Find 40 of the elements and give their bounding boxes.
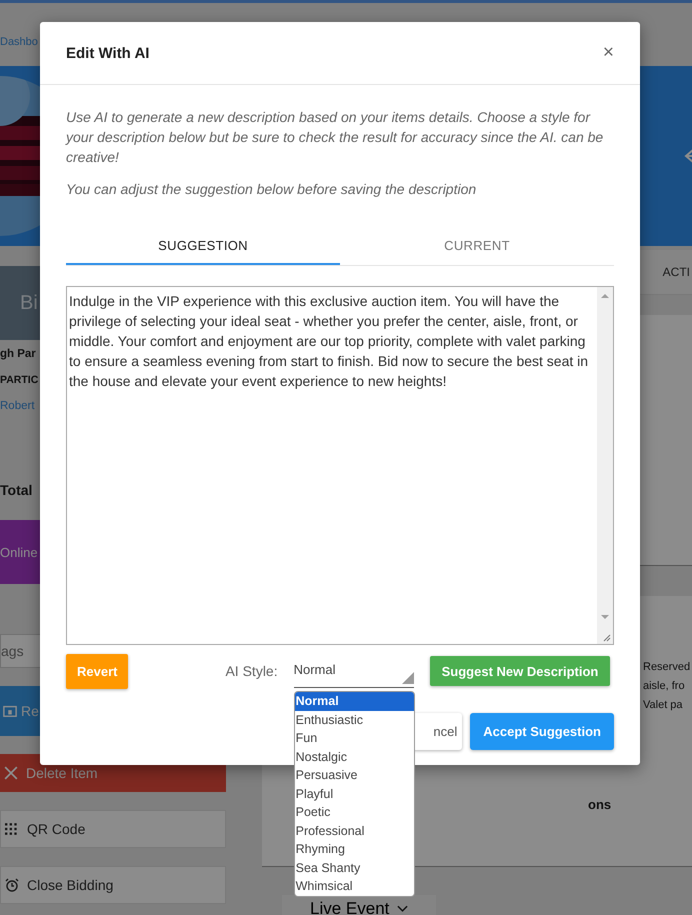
close-button[interactable]: ×: [602, 42, 614, 64]
description-text: aisle, fro: [643, 679, 685, 694]
close-icon: [4, 766, 18, 780]
description-field[interactable]: Indulge in the VIP experience with this exclusive auction item. You will have the privilege of selecting your ideal seat - whether you prefer the center, aisle, front, or middle. Your comfort and enjoyment are our top priority, complete with valet parking to ensure a seamless evening from start to finish. Bid now to secure the best seat in the house and elevate your event experience to new heights!: [66, 286, 614, 645]
action-button[interactable]: QR Code: [0, 810, 226, 848]
scrollbar[interactable]: [597, 287, 613, 644]
dialog-title: Edit With AI: [66, 44, 150, 62]
intro-text: Use AI to generate a new description based on your items details. Choose a style for your description below but be sure to check the result for accuracy since the AI. can be creative!: [66, 108, 604, 167]
total-label: Total: [0, 482, 32, 498]
scroll-up-icon[interactable]: [601, 293, 609, 299]
intro-text: You can adjust the suggestion below before saving the description: [66, 180, 478, 199]
description-text: Valet pa: [643, 698, 683, 713]
style-option[interactable]: Rhyming: [294, 840, 414, 858]
event-dropdown[interactable]: Live Event: [282, 895, 436, 915]
resize-grip-icon[interactable]: [601, 632, 611, 642]
scroll-down-icon[interactable]: [601, 614, 609, 620]
style-label: AI Style:: [225, 663, 278, 679]
grid-icon: [5, 822, 19, 836]
calendar-icon: [3, 704, 17, 718]
style-option[interactable]: Sea Shanty: [294, 858, 414, 877]
style-option[interactable]: Persuasive: [294, 766, 414, 784]
tab[interactable]: CURRENT: [340, 227, 614, 265]
alarm-clock-icon: [5, 878, 19, 892]
style-option[interactable]: Professional: [294, 822, 414, 840]
style-option[interactable]: Poetic: [294, 803, 414, 822]
style-option[interactable]: Whimsical: [294, 877, 414, 896]
style-select[interactable]: Normal: [294, 654, 414, 688]
section-label: PARTIC: [0, 374, 38, 386]
description-text: Reserved: [643, 660, 690, 675]
tab[interactable]: ACTI: [662, 265, 690, 279]
action-button[interactable]: Close Bidding: [0, 866, 226, 904]
style-option[interactable]: Playful: [294, 784, 414, 803]
item-title: gh Par: [0, 348, 36, 360]
section-heading: ons: [588, 797, 612, 812]
style-option[interactable]: Nostalgic: [294, 748, 414, 766]
corner-triangle-icon: [402, 672, 414, 684]
tab[interactable]: SUGGESTION: [66, 227, 340, 265]
chevron-down-icon: [397, 905, 408, 913]
header-label: Bi: [20, 292, 38, 314]
style-option[interactable]: Normal: [294, 692, 414, 710]
